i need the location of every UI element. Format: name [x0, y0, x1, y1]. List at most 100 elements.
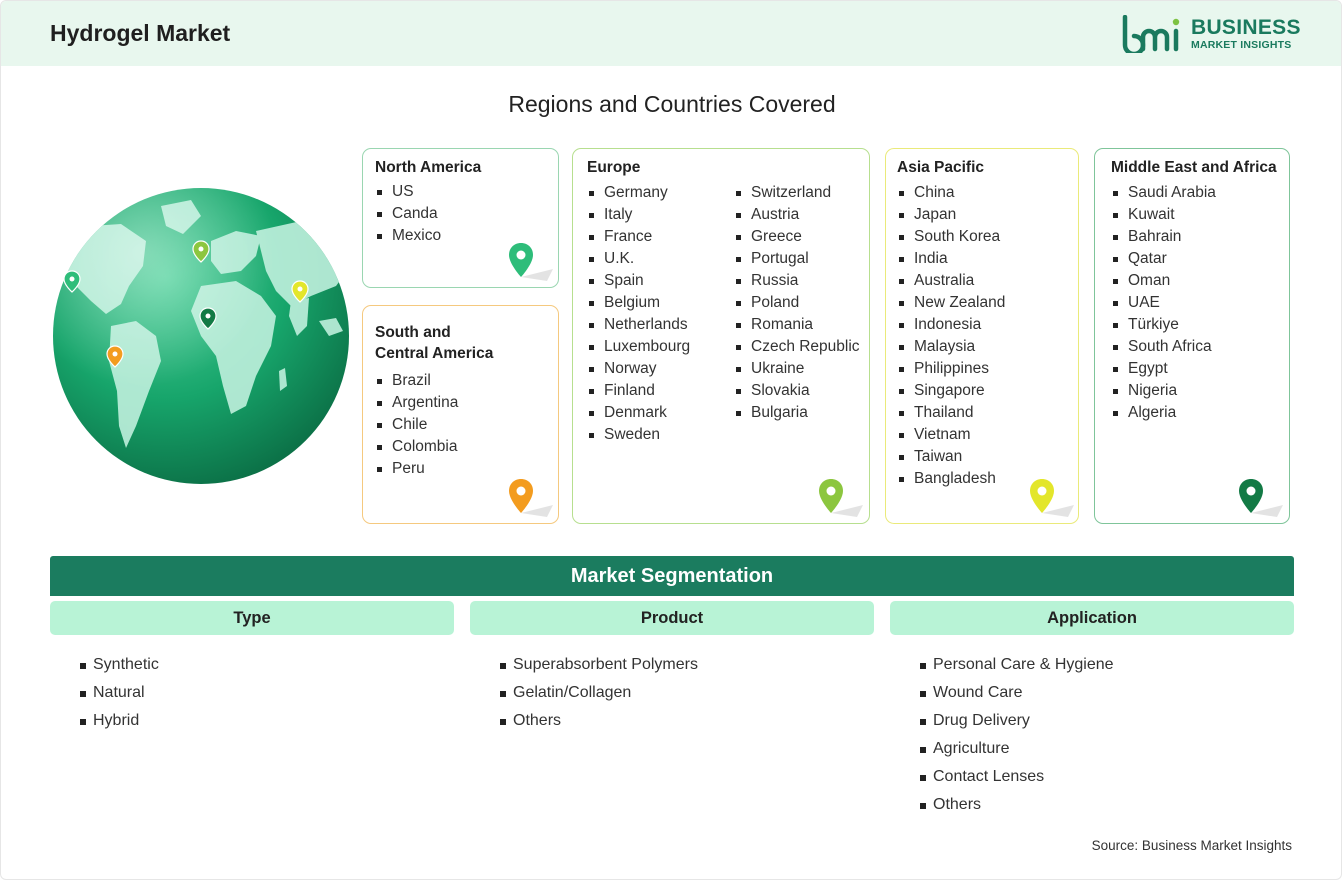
segment-item: Agriculture [920, 735, 1114, 763]
bmi-logo-icon [1122, 15, 1180, 53]
country-item: Portugal [734, 248, 860, 270]
globe-illustration [53, 188, 349, 484]
header-bar: Hydrogel Market BUSINESS MARKET INSIGHTS [1, 1, 1341, 66]
infographic-frame: Hydrogel Market BUSINESS MARKET INSIGHTS… [0, 0, 1342, 880]
region-title-line: Central America [375, 345, 494, 362]
country-item: Germany [587, 182, 690, 204]
country-item: Finland [587, 380, 690, 402]
country-item: Italy [587, 204, 690, 226]
region-card-south-central-america: South and Central America Brazil Argenti… [362, 305, 559, 524]
country-item: US [375, 181, 441, 203]
logo-text-market-insights: MARKET INSIGHTS [1191, 39, 1292, 51]
country-item: Norway [587, 358, 690, 380]
segment-item: Superabsorbent Polymers [500, 651, 698, 679]
region-card-north-america: North America US Canda Mexico [362, 148, 559, 288]
map-pin-icon [1030, 479, 1074, 517]
country-item: Australia [897, 270, 1005, 292]
country-item: South Korea [897, 226, 1005, 248]
segmentation-banner: Market Segmentation [50, 556, 1294, 596]
country-item: Czech Republic [734, 336, 860, 358]
country-item: Canda [375, 203, 441, 225]
segment-item: Others [500, 707, 698, 735]
segment-header-type: Type [50, 601, 454, 635]
country-item: Mexico [375, 225, 441, 247]
country-item: India [897, 248, 1005, 270]
country-item: UAE [1111, 292, 1216, 314]
country-item: Bulgaria [734, 402, 860, 424]
map-pin-icon [1239, 479, 1283, 517]
country-item: Bangladesh [897, 468, 1005, 490]
region-title-north-america: North America [375, 159, 482, 176]
page-title: Hydrogel Market [50, 20, 231, 46]
country-item: Egypt [1111, 358, 1216, 380]
segment-list-type: Synthetic Natural Hybrid [80, 651, 159, 735]
segment-item: Wound Care [920, 679, 1114, 707]
segment-item: Hybrid [80, 707, 159, 735]
region-title-europe: Europe [587, 159, 641, 176]
country-item: Spain [587, 270, 690, 292]
country-item: Kuwait [1111, 204, 1216, 226]
segment-header-product: Product [470, 601, 874, 635]
country-item: China [897, 182, 1005, 204]
source-note: Source: Business Market Insights [1091, 838, 1292, 853]
country-item: Japan [897, 204, 1005, 226]
country-item: Greece [734, 226, 860, 248]
segment-item: Natural [80, 679, 159, 707]
country-item: Sweden [587, 424, 690, 446]
country-item: Netherlands [587, 314, 690, 336]
country-item: Bahrain [1111, 226, 1216, 248]
logo-text-business: BUSINESS [1191, 16, 1301, 39]
segment-item: Drug Delivery [920, 707, 1114, 735]
country-item: Argentina [375, 392, 458, 414]
country-item: Chile [375, 414, 458, 436]
country-item: Türkiye [1111, 314, 1216, 336]
country-item: Indonesia [897, 314, 1005, 336]
country-item: New Zealand [897, 292, 1005, 314]
region-title-south-central-america: South and Central America [375, 322, 493, 364]
segment-item: Contact Lenses [920, 763, 1114, 791]
country-item: Philippines [897, 358, 1005, 380]
segment-header-application: Application [890, 601, 1294, 635]
country-list-south-central-america: Brazil Argentina Chile Colombia Peru [375, 370, 458, 480]
region-card-middle-east-africa: Middle East and Africa Saudi Arabia Kuwa… [1094, 148, 1290, 524]
country-item: Algeria [1111, 402, 1216, 424]
country-list-europe-col1: Germany Italy France U.K. Spain Belgium … [587, 182, 690, 446]
country-item: Colombia [375, 436, 458, 458]
country-item: Belgium [587, 292, 690, 314]
country-item: Slovakia [734, 380, 860, 402]
country-item: Qatar [1111, 248, 1216, 270]
country-item: Denmark [587, 402, 690, 424]
country-item: Taiwan [897, 446, 1005, 468]
country-item: Vietnam [897, 424, 1005, 446]
segment-item: Synthetic [80, 651, 159, 679]
map-pin-icon [819, 479, 863, 517]
country-item: Peru [375, 458, 458, 480]
country-list-europe-col2: Switzerland Austria Greece Portugal Russ… [734, 182, 860, 424]
country-item: Singapore [897, 380, 1005, 402]
segment-item: Gelatin/Collagen [500, 679, 698, 707]
region-title-line: South and [375, 324, 451, 341]
region-title-middle-east-africa: Middle East and Africa [1111, 159, 1277, 176]
country-item: U.K. [587, 248, 690, 270]
country-item: South Africa [1111, 336, 1216, 358]
segment-item: Others [920, 791, 1114, 819]
country-item: Nigeria [1111, 380, 1216, 402]
region-card-asia-pacific: Asia Pacific China Japan South Korea Ind… [885, 148, 1079, 524]
segment-list-product: Superabsorbent Polymers Gelatin/Collagen… [500, 651, 698, 735]
region-title-asia-pacific: Asia Pacific [897, 159, 985, 176]
country-item: Ukraine [734, 358, 860, 380]
country-item: Malaysia [897, 336, 1005, 358]
country-list-asia-pacific: China Japan South Korea India Australia … [897, 182, 1005, 490]
country-item: Poland [734, 292, 860, 314]
country-item: Luxembourg [587, 336, 690, 358]
map-pin-icon [509, 479, 553, 517]
region-card-europe: Europe Germany Italy France U.K. Spain B… [572, 148, 870, 524]
country-item: Saudi Arabia [1111, 182, 1216, 204]
segment-item: Personal Care & Hygiene [920, 651, 1114, 679]
country-item: Romania [734, 314, 860, 336]
country-item: Austria [734, 204, 860, 226]
segment-list-application: Personal Care & Hygiene Wound Care Drug … [920, 651, 1114, 819]
country-list-middle-east-africa: Saudi Arabia Kuwait Bahrain Qatar Oman U… [1111, 182, 1216, 424]
country-list-north-america: US Canda Mexico [375, 181, 441, 247]
country-item: Russia [734, 270, 860, 292]
